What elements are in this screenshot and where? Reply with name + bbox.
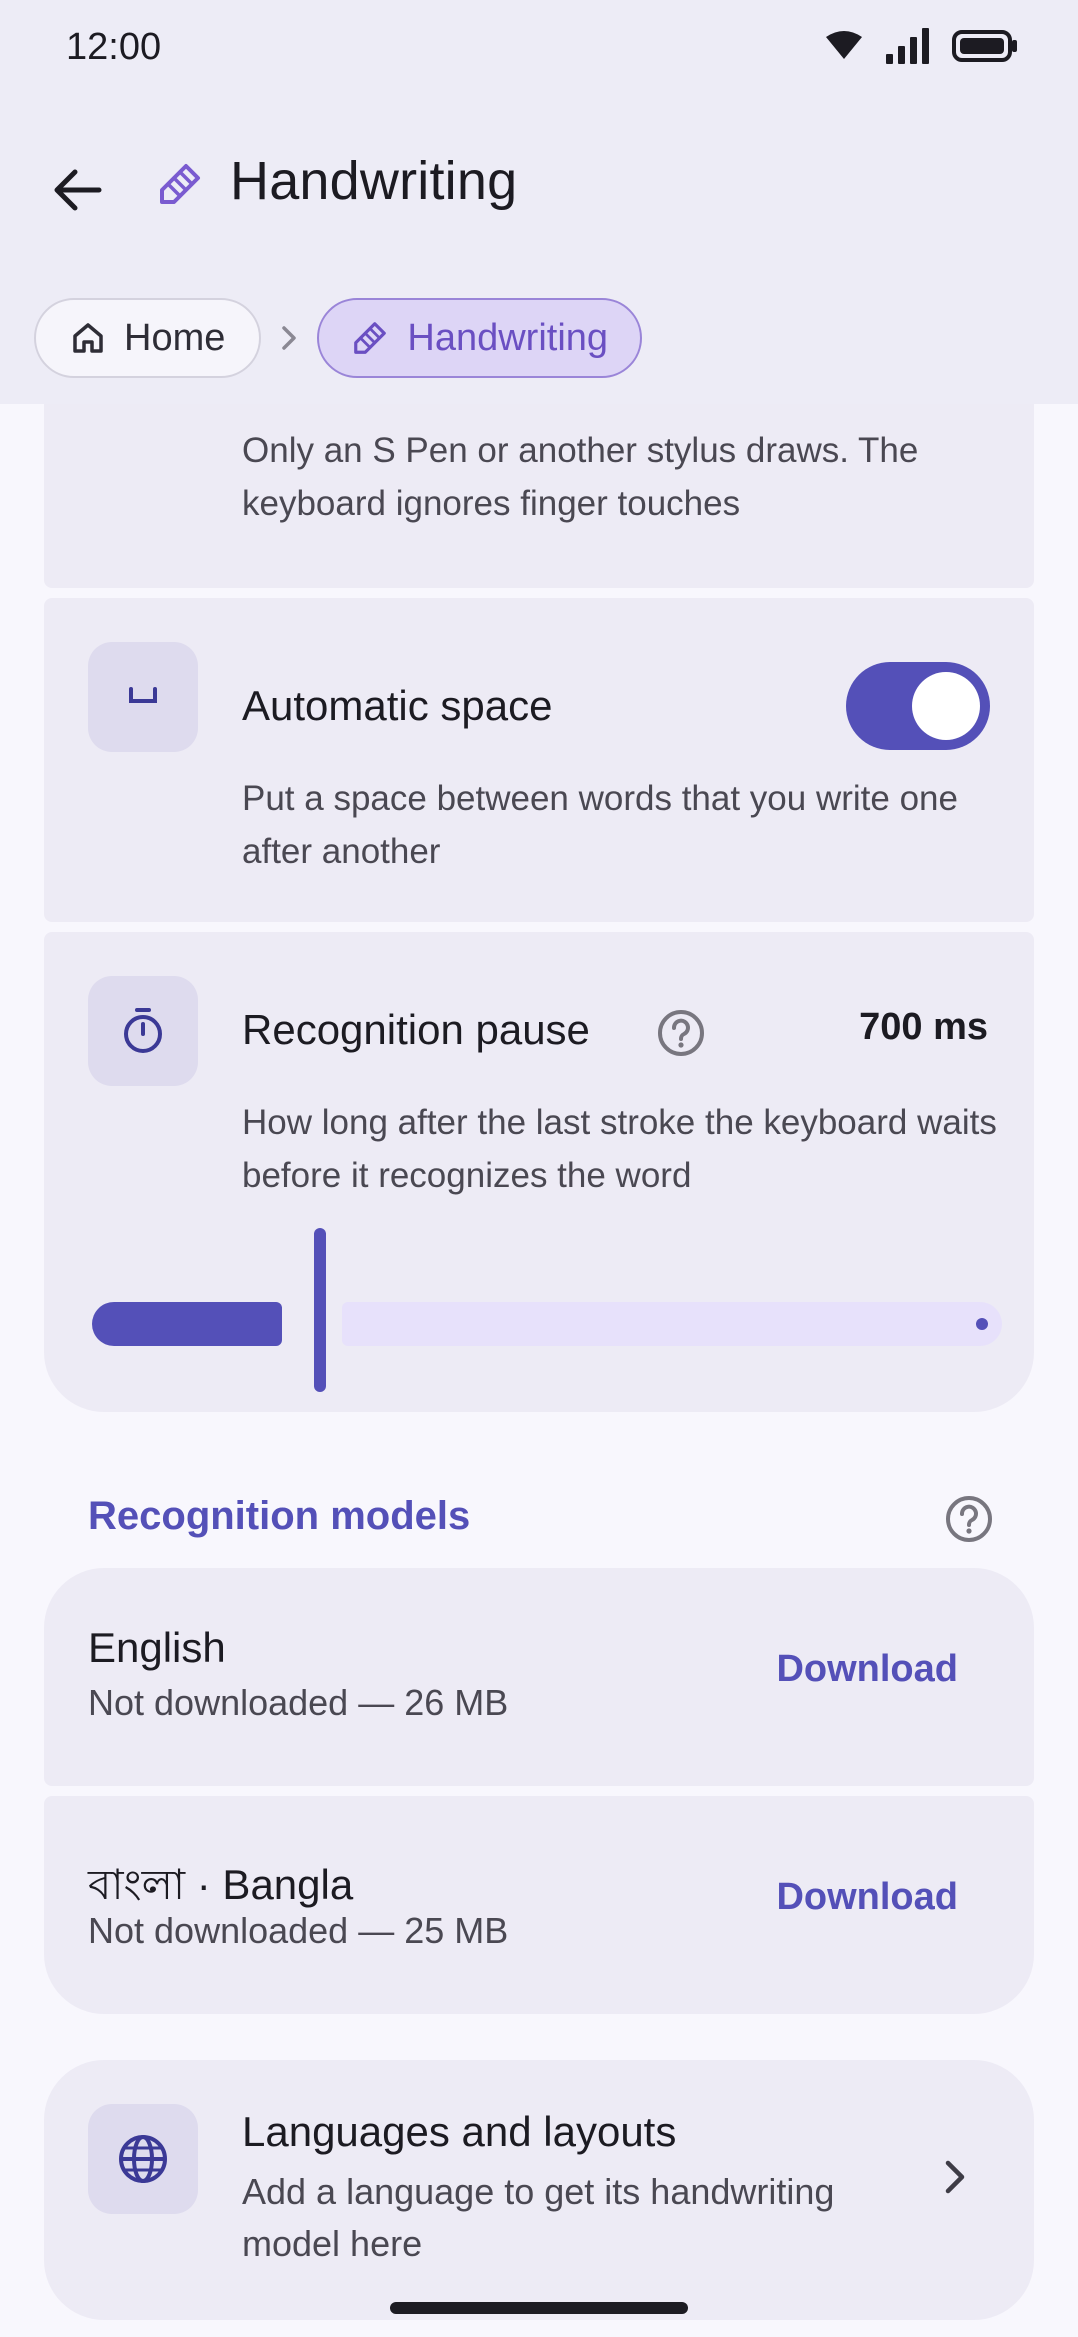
recognition-pause-slider[interactable] (92, 1228, 1002, 1392)
recognition-models-header: Recognition models (88, 1494, 471, 1538)
model-status: Not downloaded — 26 MB (88, 1682, 509, 1723)
languages-description: Add a language to get its handwriting mo… (242, 2171, 835, 2264)
battery-icon (952, 30, 1017, 62)
recognition-models-help-icon[interactable] (944, 1494, 994, 1544)
chevron-right-icon (261, 324, 317, 352)
app-bar: Handwriting (0, 100, 1078, 270)
page-title: Handwriting (230, 151, 518, 211)
recognition-pause-card: Recognition pause 700 ms How long after … (44, 932, 1034, 1412)
model-name: English (88, 1624, 226, 1671)
slider-stop-indicator (976, 1318, 988, 1330)
signal-icon (886, 28, 929, 64)
stylus-only-description: Only an S Pen or another stylus draws. T… (242, 431, 919, 523)
breadcrumb-current[interactable]: Handwriting (317, 298, 643, 378)
breadcrumb-home-label: Home (124, 316, 226, 359)
handwriting-pen-icon (354, 322, 387, 354)
recognition-pause-description: How long after the last stroke the keybo… (242, 1103, 997, 1195)
status-bar: 12:00 (0, 0, 1078, 100)
recognition-pause-help-icon[interactable] (656, 1008, 706, 1058)
recognition-pause-title: Recognition pause (242, 1006, 590, 1053)
handwriting-pen-icon (156, 160, 204, 208)
model-status: Not downloaded — 25 MB (88, 1910, 509, 1951)
download-bangla-button[interactable]: Download (776, 1876, 958, 1919)
languages-title: Languages and layouts (242, 2108, 677, 2155)
screen: Only an S Pen or another stylus draws. T… (0, 0, 1078, 2337)
model-item-bangla: বাংলা · Bangla Not downloaded — 25 MB Do… (44, 1796, 1034, 2014)
home-indicator[interactable] (390, 2302, 688, 2314)
slider-inactive-track (342, 1302, 1002, 1346)
breadcrumb-home[interactable]: Home (34, 298, 262, 378)
space-bar-icon (88, 642, 198, 752)
slider-active-track (92, 1302, 282, 1346)
automatic-space-card[interactable]: Automatic space Put a space between word… (44, 598, 1034, 922)
languages-and-layouts-item[interactable]: Languages and layouts Add a language to … (44, 2060, 1034, 2320)
chevron-right-icon (930, 2152, 980, 2202)
model-item-english: English Not downloaded — 26 MB Download (44, 1568, 1034, 1786)
status-time: 12:00 (66, 26, 162, 68)
slider-handle[interactable] (314, 1228, 326, 1392)
timer-icon (88, 976, 198, 1086)
automatic-space-toggle[interactable] (846, 662, 990, 750)
wifi-icon (826, 31, 862, 59)
back-button[interactable] (40, 152, 116, 228)
recognition-pause-value: 700 ms (859, 1006, 988, 1048)
toggle-knob (912, 672, 980, 740)
download-english-button[interactable]: Download (776, 1648, 958, 1691)
breadcrumb-current-label: Handwriting (407, 316, 609, 359)
status-icons (824, 28, 1018, 64)
breadcrumb: Home Handwriting (34, 298, 643, 378)
automatic-space-description: Put a space between words that you write… (242, 779, 958, 871)
automatic-space-title: Automatic space (242, 682, 553, 729)
home-icon (73, 323, 103, 353)
arrow-left-icon (54, 169, 102, 211)
globe-icon (88, 2104, 198, 2214)
